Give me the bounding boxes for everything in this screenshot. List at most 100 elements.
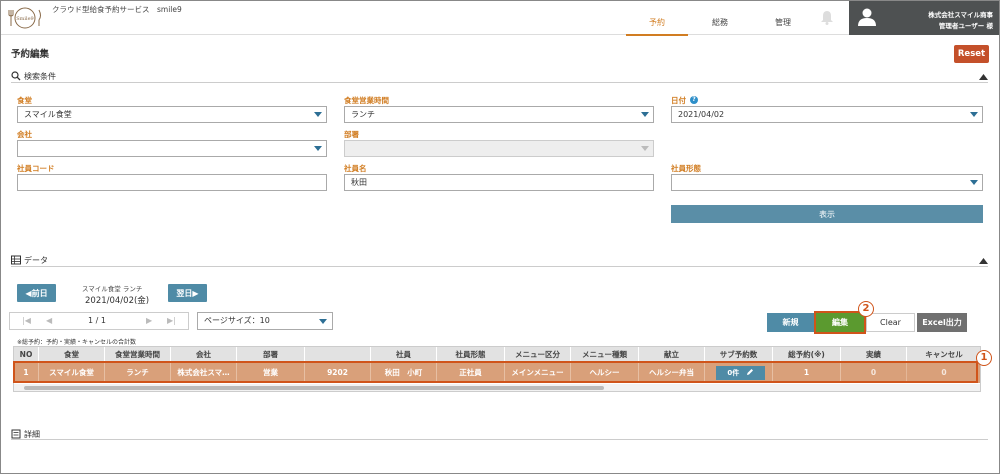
chevron-down-icon (970, 180, 978, 185)
scrollbar-thumb[interactable] (24, 386, 604, 390)
chevron-down-icon (314, 146, 322, 151)
nav-tab-label: 管理 (775, 18, 791, 27)
chevron-down-icon (641, 112, 649, 117)
first-page-icon[interactable]: |◀ (22, 316, 31, 325)
page-size-select[interactable]: ページサイズ：10 (197, 312, 333, 330)
sub-reservation-button[interactable]: 0件 (716, 366, 765, 380)
col-header[interactable]: キャンセル (907, 347, 980, 362)
annotation-badge-2: 2 (858, 301, 874, 317)
cell-employee: 秋田 小町 (371, 363, 437, 383)
selection-info: スマイル食堂 ランチ (82, 285, 143, 293)
col-header[interactable]: 実績 (841, 347, 907, 362)
new-button[interactable]: 新規 (767, 313, 814, 332)
user-avatar-icon (858, 8, 876, 26)
col-header[interactable]: 部署 (237, 347, 305, 362)
meal-time-select[interactable]: ランチ (344, 106, 654, 123)
detail-section-header[interactable]: 詳細 (11, 428, 988, 440)
pager: |◀ ◀ 1 / 1 ▶ ▶| (9, 312, 189, 330)
col-header[interactable]: メニュー区分 (505, 347, 571, 362)
col-header[interactable]: 社員 (371, 347, 437, 362)
logo-icon: Smile9 (8, 7, 41, 29)
reset-button[interactable]: Reset (954, 45, 989, 63)
employee-type-select[interactable] (671, 174, 983, 191)
prev-page-icon[interactable]: ◀ (46, 316, 52, 325)
nav-tab-reservation[interactable]: 予約 (626, 17, 688, 36)
bell-icon[interactable] (819, 9, 835, 25)
data-section-header[interactable]: データ (11, 255, 988, 267)
cafeteria-label: 食堂 (17, 96, 32, 105)
chevron-down-icon (314, 112, 322, 117)
table-row[interactable]: 1 スマイル食堂 ランチ 株式会社スマ… 営業 9202 秋田 小町 正社員 メ… (14, 363, 980, 383)
search-section-title: 検索条件 (24, 72, 56, 81)
prev-day-button[interactable]: ◀前日 (17, 284, 56, 302)
employee-name-input[interactable]: 秋田 (344, 174, 654, 191)
annotation-badge-1: 1 (976, 350, 992, 366)
sub-reservation-count: 0件 (727, 369, 740, 377)
search-icon (11, 71, 21, 81)
col-header[interactable]: 社員形態 (437, 347, 505, 362)
chevron-up-icon[interactable] (979, 257, 988, 264)
col-header[interactable]: 食堂営業時間 (105, 347, 171, 362)
cell-actual: 0 (841, 363, 907, 383)
cell-no: 1 (14, 363, 39, 383)
user-name: 管理者ユーザー 様 (938, 22, 993, 30)
user-company: 株式会社スマイル商事 (928, 11, 993, 19)
cell-company: 株式会社スマ… (171, 363, 237, 383)
pager-info: 1 / 1 (88, 316, 106, 325)
grid-icon (11, 255, 21, 265)
date-label: 日付 (671, 96, 686, 105)
col-header[interactable]: NO (14, 347, 39, 362)
cell-total-reservations: 1 (773, 363, 841, 383)
chevron-down-icon (970, 112, 978, 117)
next-page-icon[interactable]: ▶ (146, 316, 152, 325)
cell-employee-code: 9202 (305, 363, 371, 383)
nav-tab-label: 総務 (712, 18, 728, 27)
chevron-down-icon (319, 319, 327, 324)
col-header[interactable]: 会社 (171, 347, 237, 362)
col-header[interactable]: 総予約(※) (773, 347, 841, 362)
nav-tab-management[interactable]: 管理 (752, 17, 814, 36)
col-header[interactable]: 献立 (639, 347, 705, 362)
department-label: 部署 (344, 130, 359, 139)
help-icon[interactable]: ? (690, 96, 698, 104)
company-select[interactable] (17, 140, 327, 157)
clear-button[interactable]: Clear (866, 313, 915, 332)
cell-cafeteria: スマイル食堂 (39, 363, 105, 383)
horizontal-scrollbar[interactable] (14, 384, 980, 391)
pencil-icon (746, 369, 753, 375)
meal-time-value: ランチ (351, 110, 375, 119)
excel-export-button[interactable]: Excel出力 (917, 313, 967, 332)
company-label: 会社 (17, 130, 32, 139)
next-day-button[interactable]: 翌日▶ (168, 284, 207, 302)
show-button[interactable]: 表示 (671, 205, 983, 223)
col-header[interactable]: 食堂 (39, 347, 105, 362)
reservation-table: NO 食堂 食堂営業時間 会社 部署 社員 社員形態 メニュー区分 メニュー種類… (13, 346, 981, 392)
meal-time-label: 食堂営業時間 (344, 96, 389, 105)
edit-button[interactable]: 編集 (816, 313, 864, 332)
user-menu[interactable]: 株式会社スマイル商事 管理者ユーザー 様 (849, 1, 999, 35)
col-header[interactable] (305, 347, 371, 362)
employee-code-input[interactable] (17, 174, 327, 191)
department-select (344, 140, 654, 157)
employee-type-label: 社員形態 (671, 164, 701, 173)
nav-tab-label: 予約 (649, 18, 665, 27)
cell-employee-type: 正社員 (437, 363, 505, 383)
nav-tab-general-affairs[interactable]: 総務 (689, 17, 751, 36)
cell-dish: ヘルシー弁当 (639, 363, 705, 383)
selection-date: 2021/04/02(金) (85, 296, 150, 306)
date-select[interactable]: 2021/04/02 (671, 106, 983, 123)
detail-section-title: 詳細 (24, 430, 40, 439)
last-page-icon[interactable]: ▶| (167, 316, 176, 325)
search-section-header[interactable]: 検索条件 (11, 71, 988, 83)
col-header[interactable]: サブ予約数 (705, 347, 773, 362)
employee-name-label: 社員名 (344, 164, 367, 173)
data-section-title: データ (24, 256, 48, 265)
employee-code-label: 社員コード (17, 164, 55, 173)
cafeteria-select[interactable]: スマイル食堂 (17, 106, 327, 123)
cell-sub-reservations: 0件 (705, 363, 773, 383)
chevron-up-icon[interactable] (979, 73, 988, 80)
col-header[interactable]: メニュー種類 (571, 347, 639, 362)
employee-name-value: 秋田 (351, 178, 367, 187)
cell-menu-category: メインメニュー (505, 363, 571, 383)
total-note: ※総予約：予約・実績・キャンセルの合計数 (17, 339, 137, 346)
